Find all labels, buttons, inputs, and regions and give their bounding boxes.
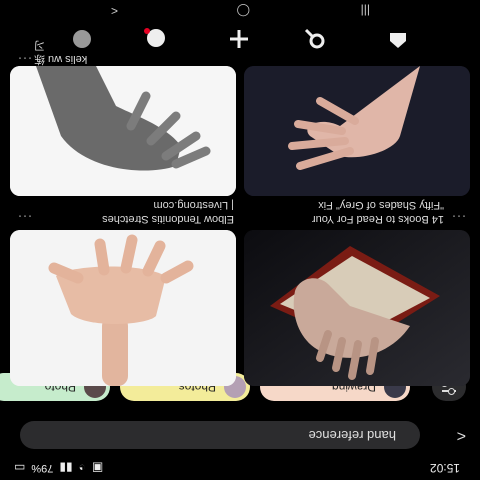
signal-icon: ▮▮ [59,461,73,475]
back-icon[interactable]: < [457,426,466,444]
filter-knob-icon [448,388,455,395]
battery-percent: 79% [31,462,54,474]
caption-line: | Livestrong.com [153,199,234,211]
caption-line: "Fifty Shades of Grey" Fix [318,199,444,211]
status-bar: 15:02 ▣ ◔ ▮▮ 79% ▭ [0,458,480,480]
wifi-icon: ◔ [78,461,86,475]
book-hand-photo [244,230,470,386]
anatomy-hand-photo [10,66,236,196]
search-input[interactable]: hand reference [20,421,420,449]
battery-icon: ▭ [14,461,26,475]
status-icons: ▣ ◔ ▮▮ 79% ▭ [14,461,103,475]
bottom-nav [0,20,480,60]
result-image-hand-spread[interactable] [10,230,236,386]
system-nav: ||| ◯ < [0,0,480,20]
more-options-icon[interactable]: ··· [451,210,466,224]
search-row: < hand reference [0,418,480,452]
back-button-icon[interactable]: < [111,4,118,18]
caption-line: 14 Books to Read For Your [311,213,444,225]
result-image-book-hand[interactable] [244,230,470,386]
home-icon[interactable] [388,32,408,50]
result-caption: Elbow Tendonitis Stretches | Livestrong.… [34,198,234,226]
app-screen: 15:02 ▣ ◔ ▮▮ 79% ▭ < hand reference Draw… [0,0,480,480]
result-caption: 14 Books to Read For Your "Fifty Shades … [244,198,444,226]
notifications-icon[interactable] [144,23,168,50]
result-image-anatomy-hand[interactable] [10,66,236,196]
create-icon[interactable] [228,23,250,50]
home-button-icon[interactable]: ◯ [237,4,250,18]
caption-line: Elbow Tendonitis Stretches [102,213,234,225]
hand-spread-photo [10,230,236,386]
more-options-icon[interactable]: ··· [17,210,32,224]
relaxed-hand-photo [244,66,470,196]
rotated-view: 15:02 ▣ ◔ ▮▮ 79% ▭ < hand reference Draw… [0,0,480,480]
recents-icon[interactable]: ||| [361,4,370,18]
status-time: 15:02 [429,461,460,475]
notification-icon: ▣ [91,461,104,475]
profile-icon[interactable] [68,23,96,50]
result-image-relaxed-hand[interactable] [244,66,470,196]
search-icon[interactable] [304,23,326,50]
